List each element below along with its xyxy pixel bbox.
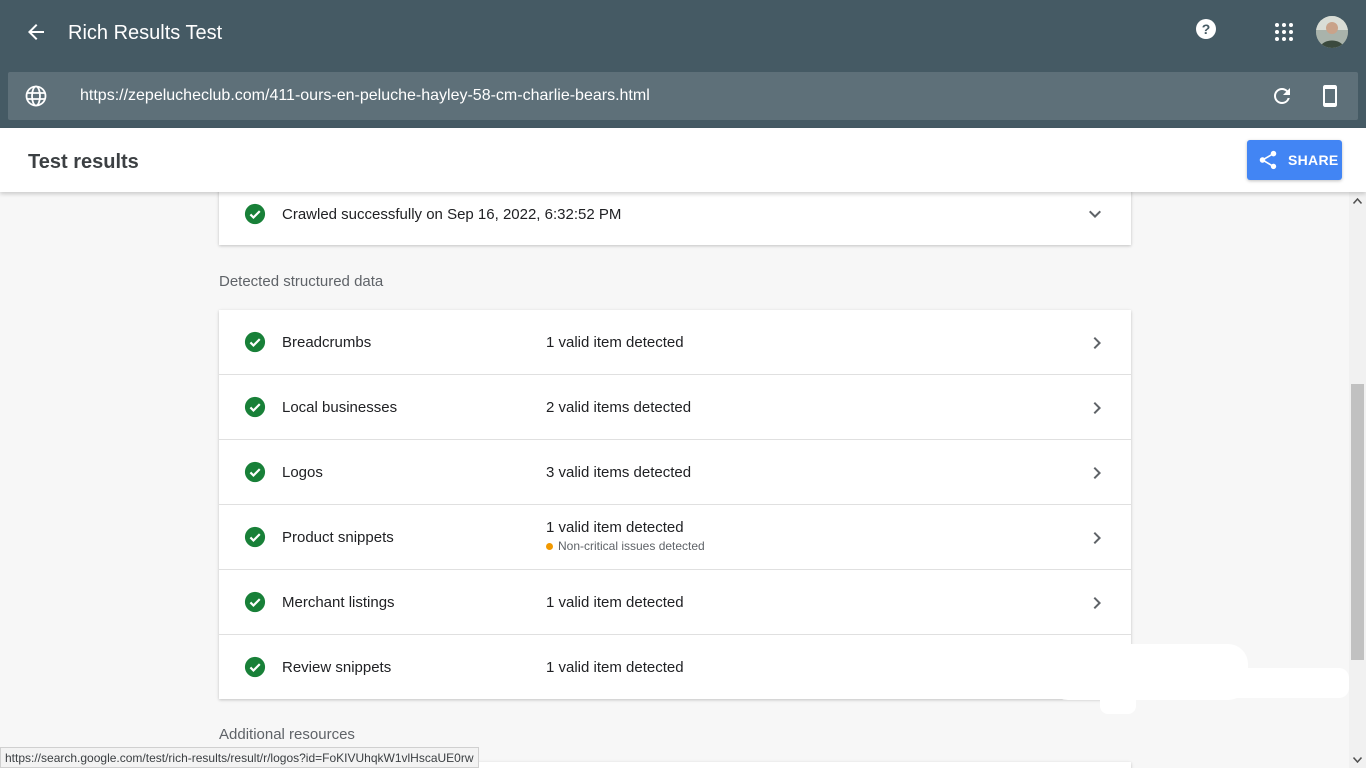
avatar-photo xyxy=(1316,16,1348,48)
structured-data-row: Review snippets 1 valid item detected xyxy=(219,635,1131,700)
check-circle-icon xyxy=(244,203,266,230)
page-title: Test results xyxy=(28,151,139,173)
check-circle-icon xyxy=(244,396,266,423)
overlay-artifact xyxy=(1120,668,1349,698)
crawl-status-text: Crawled successfully on Sep 16, 2022, 6:… xyxy=(282,206,622,223)
row-type-name: Product snippets xyxy=(282,529,394,546)
row-type-name: Breadcrumbs xyxy=(282,334,372,351)
check-circle-icon xyxy=(244,461,266,488)
chevron-right-icon[interactable] xyxy=(1085,331,1109,360)
smartphone-icon xyxy=(1323,85,1337,107)
share-button[interactable]: SHARE xyxy=(1247,140,1342,180)
crawl-status-card[interactable]: Crawled successfully on Sep 16, 2022, 6:… xyxy=(219,192,1131,245)
scroll-up-arrow-icon[interactable] xyxy=(1349,192,1366,209)
row-type-name: Merchant listings xyxy=(282,594,395,611)
app-title: Rich Results Test xyxy=(68,22,223,44)
row-status: 2 valid items detected xyxy=(546,399,692,416)
back-button[interactable] xyxy=(22,18,50,46)
scroll-down-arrow-icon[interactable] xyxy=(1349,751,1366,768)
structured-data-row[interactable]: Product snippets 1 valid item detected Non… xyxy=(219,505,1131,570)
structured-data-row[interactable]: Logos 3 valid items detected xyxy=(219,440,1131,505)
row-type-name: Local businesses xyxy=(282,399,398,416)
chevron-right-icon[interactable] xyxy=(1085,526,1109,555)
structured-data-row[interactable]: Breadcrumbs 1 valid item detected xyxy=(219,310,1131,375)
chevron-right-icon[interactable] xyxy=(1085,591,1109,620)
chevron-right-icon[interactable] xyxy=(1085,396,1109,425)
row-warning: Non-critical issues detected xyxy=(546,539,705,553)
row-status: 1 valid item detected xyxy=(546,659,684,676)
overlay-artifact xyxy=(1100,692,1136,714)
results-header: Test results SHARE xyxy=(0,128,1366,192)
status-bar-url: https://search.google.com/test/rich-resu… xyxy=(0,747,479,768)
additional-section-heading: Additional resources xyxy=(219,726,355,743)
apps-grid-icon xyxy=(1275,23,1293,41)
row-status: 1 valid item detected xyxy=(546,519,684,536)
url-bar: https://zepelucheclub.com/411-ours-en-pe… xyxy=(8,72,1358,120)
results-content: Crawled successfully on Sep 16, 2022, 6:… xyxy=(0,192,1349,768)
refresh-icon xyxy=(1274,88,1290,104)
row-type-name: Review snippets xyxy=(282,659,392,676)
scrollbar-thumb[interactable] xyxy=(1351,384,1364,660)
help-button[interactable]: ? xyxy=(1194,17,1218,41)
structured-data-row[interactable]: Local businesses 2 valid items detected xyxy=(219,375,1131,440)
check-circle-icon xyxy=(244,591,266,618)
help-icon: ? xyxy=(1196,19,1216,39)
account-avatar[interactable] xyxy=(1316,16,1348,48)
check-circle-icon xyxy=(244,526,266,553)
device-toggle-button[interactable] xyxy=(1318,84,1342,108)
refresh-button[interactable] xyxy=(1270,84,1294,108)
app-bar: Rich Results Test ? https://zepelucheclu… xyxy=(0,0,1366,128)
row-status: 1 valid item detected xyxy=(546,334,684,351)
row-status: 1 valid item detected xyxy=(546,594,684,611)
arrow-left-icon xyxy=(28,24,44,40)
vertical-scrollbar[interactable] xyxy=(1349,192,1366,768)
svg-text:?: ? xyxy=(1202,21,1211,37)
chevron-down-icon[interactable] xyxy=(1083,202,1107,231)
check-circle-icon xyxy=(244,656,266,683)
share-label: SHARE xyxy=(1288,152,1339,168)
structured-data-list: Breadcrumbs 1 valid item detected Local bu… xyxy=(219,310,1131,699)
row-warning-text: Non-critical issues detected xyxy=(558,539,705,553)
check-circle-icon xyxy=(244,331,266,358)
apps-button[interactable] xyxy=(1272,20,1296,44)
chevron-right-icon[interactable] xyxy=(1085,461,1109,490)
row-type-name: Logos xyxy=(282,464,323,481)
row-status: 3 valid items detected xyxy=(546,464,692,481)
structured-data-row[interactable]: Merchant listings 1 valid item detected xyxy=(219,570,1131,635)
globe-icon xyxy=(24,84,48,108)
share-icon xyxy=(1259,150,1277,170)
warning-dot-icon xyxy=(546,542,553,550)
detected-section-heading: Detected structured data xyxy=(219,273,384,290)
url-input[interactable]: https://zepelucheclub.com/411-ours-en-pe… xyxy=(80,86,650,106)
